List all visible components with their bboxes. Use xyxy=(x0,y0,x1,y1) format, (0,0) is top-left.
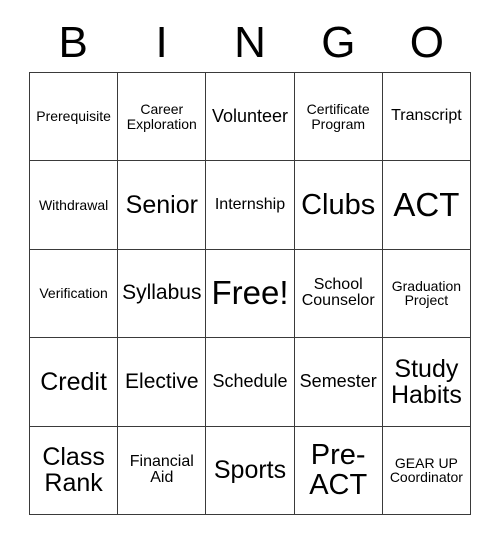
bingo-cell-label: Free! xyxy=(211,274,289,312)
bingo-cell-label: Internship xyxy=(214,195,286,213)
bingo-cell-career-exploration[interactable]: Career Exploration xyxy=(118,73,207,162)
bingo-cell-label: Certificate Program xyxy=(306,101,370,132)
bingo-grid: Prerequisite Career Exploration Volunteer C… xyxy=(29,72,471,515)
bingo-cell-clubs[interactable]: Clubs xyxy=(294,161,383,250)
bingo-cell-label: Elective xyxy=(125,369,199,393)
bingo-cell-label: Sports xyxy=(213,456,287,485)
bingo-cell-senior[interactable]: Senior xyxy=(118,161,207,250)
bingo-cell-financial-aid[interactable]: Financial Aid xyxy=(118,426,207,515)
bingo-card: B I N G O Prerequisite Career Exploration Volu… xyxy=(0,0,500,544)
bingo-cell-label: Career Exploration xyxy=(126,101,197,132)
bingo-cell-label: Study Habits xyxy=(390,354,462,409)
bingo-cell-verification[interactable]: Verification xyxy=(30,249,119,339)
bingo-cell-label: Graduation Project xyxy=(391,277,462,309)
bingo-cell-label: Verification xyxy=(39,285,108,302)
bingo-cell-credit[interactable]: Credit xyxy=(30,338,119,427)
bingo-cell-label: School Counselor xyxy=(301,275,375,310)
bingo-cell-certificate-program[interactable]: Certificate Program xyxy=(294,73,383,162)
bingo-cell-pre-act[interactable]: Pre- ACT xyxy=(294,426,383,515)
bingo-header: BINGO xyxy=(29,14,471,72)
bingo-cell-label: Financial Aid xyxy=(129,452,194,487)
bingo-cell-transcript[interactable]: Transcript xyxy=(382,73,471,162)
bingo-cell-label: Class Rank xyxy=(42,443,105,498)
bingo-cell-label: GEAR UP Coordinator xyxy=(389,454,463,486)
bingo-cell-free-space[interactable]: Free! xyxy=(206,249,295,339)
bingo-cell-label: Credit xyxy=(40,367,107,396)
bingo-header-letter-n: N xyxy=(234,18,266,67)
bingo-cell-withdrawal[interactable]: Withdrawal xyxy=(30,161,119,250)
bingo-cell-sports[interactable]: Sports xyxy=(206,426,295,515)
bingo-cell-label: Withdrawal xyxy=(38,196,109,213)
bingo-cell-label: Senior xyxy=(125,190,198,219)
bingo-cell-semester[interactable]: Semester xyxy=(294,338,383,427)
bingo-cell-act[interactable]: ACT xyxy=(382,161,471,250)
bingo-header-letter-o: O xyxy=(409,18,444,67)
bingo-cell-school-counselor[interactable]: School Counselor xyxy=(294,249,383,339)
bingo-cell-internship[interactable]: Internship xyxy=(206,161,295,250)
bingo-cell-label: ACT xyxy=(393,185,460,223)
bingo-cell-prerequisite[interactable]: Prerequisite xyxy=(30,73,119,162)
bingo-cell-elective[interactable]: Elective xyxy=(118,338,207,427)
bingo-header-letter-g: G xyxy=(321,18,356,67)
bingo-cell-class-rank[interactable]: Class Rank xyxy=(30,426,119,515)
bingo-cell-schedule[interactable]: Schedule xyxy=(206,338,295,427)
bingo-cell-label: Clubs xyxy=(301,188,376,221)
bingo-cell-volunteer[interactable]: Volunteer xyxy=(206,73,295,162)
bingo-cell-label: Transcript xyxy=(391,107,462,125)
bingo-cell-label: Semester xyxy=(299,371,377,392)
bingo-cell-label: Prerequisite xyxy=(36,108,111,125)
bingo-cell-label: Schedule xyxy=(212,371,288,392)
bingo-cell-graduation-project[interactable]: Graduation Project xyxy=(382,249,471,339)
bingo-header-letter-b: B xyxy=(58,18,88,67)
bingo-cell-label: Pre- ACT xyxy=(309,438,368,502)
bingo-cell-label: Volunteer xyxy=(211,106,289,127)
bingo-header-letter-i: I xyxy=(155,18,168,67)
bingo-cell-gear-up-coordinator[interactable]: GEAR UP Coordinator xyxy=(382,426,471,515)
bingo-cell-syllabus[interactable]: Syllabus xyxy=(118,249,207,339)
bingo-cell-study-habits[interactable]: Study Habits xyxy=(382,338,471,427)
bingo-cell-label: Syllabus xyxy=(122,281,202,305)
